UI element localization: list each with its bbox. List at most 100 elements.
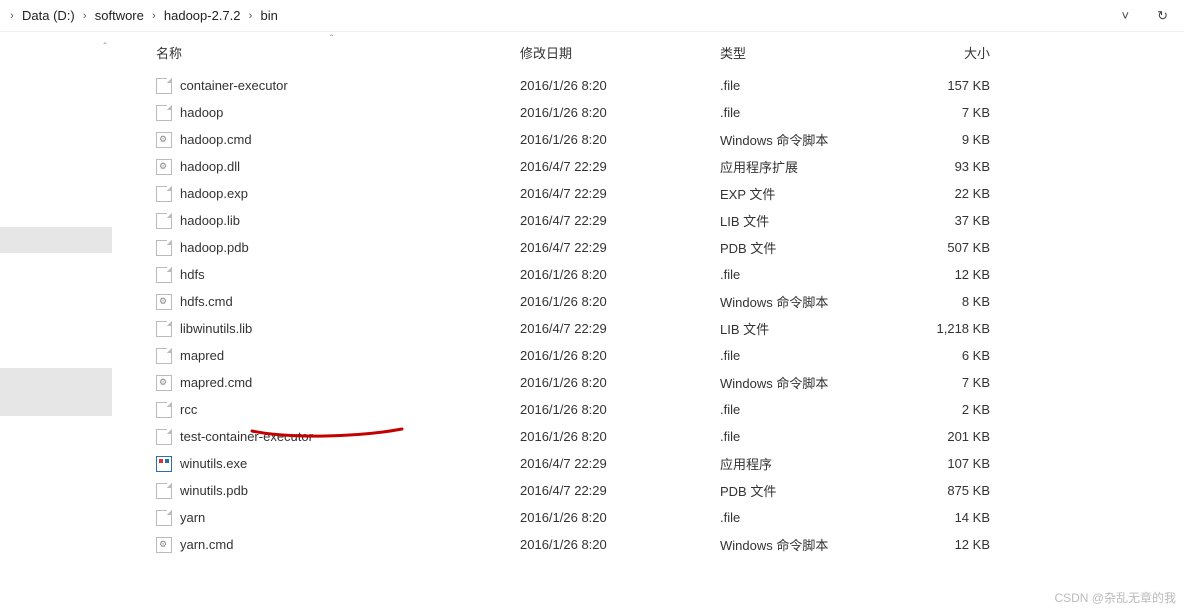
file-size: 12 KB	[900, 537, 996, 552]
file-row[interactable]: rcc2016/1/26 8:20.file2 KB	[150, 396, 1184, 423]
file-size: 9 KB	[900, 132, 996, 147]
file-name: winutils.exe	[180, 456, 247, 471]
nav-item-placeholder[interactable]	[0, 227, 112, 253]
file-row[interactable]: hadoop.dll2016/4/7 22:29应用程序扩展93 KB	[150, 153, 1184, 180]
file-size: 14 KB	[900, 510, 996, 525]
column-header-name[interactable]: 名称	[150, 43, 520, 62]
chevron-right-icon: ›	[77, 10, 93, 22]
column-header-size[interactable]: 大小	[900, 43, 996, 62]
file-size: 507 KB	[900, 240, 996, 255]
file-date: 2016/1/26 8:20	[520, 429, 720, 444]
file-name-cell: hdfs.cmd	[150, 294, 520, 310]
file-date: 2016/4/7 22:29	[520, 456, 720, 471]
chevron-right-icon: ›	[146, 10, 162, 22]
file-size: 157 KB	[900, 78, 996, 93]
file-row[interactable]: winutils.exe2016/4/7 22:29应用程序107 KB	[150, 450, 1184, 477]
file-size: 107 KB	[900, 456, 996, 471]
dropdown-icon[interactable]: ˅	[1122, 8, 1130, 23]
file-size: 6 KB	[900, 348, 996, 363]
file-name: yarn.cmd	[180, 537, 233, 552]
file-name-cell: container-executor	[150, 78, 520, 94]
file-name: winutils.pdb	[180, 483, 248, 498]
file-row[interactable]: test-container-executor 2016/1/26 8:20.fi…	[150, 423, 1184, 450]
chevron-right-icon: ›	[4, 10, 20, 22]
breadcrumb-segment[interactable]: hadoop-2.7.2	[162, 8, 243, 23]
file-icon	[156, 240, 172, 256]
file-name: container-executor	[180, 78, 288, 93]
file-type: .file	[720, 429, 900, 444]
nav-scroll-up-icon[interactable]: ˆ	[98, 42, 112, 62]
file-list: container-executor2016/1/26 8:20.file157…	[150, 72, 1184, 558]
file-date: 2016/4/7 22:29	[520, 483, 720, 498]
file-row[interactable]: hdfs.cmd2016/1/26 8:20Windows 命令脚本8 KB	[150, 288, 1184, 315]
file-row[interactable]: yarn.cmd2016/1/26 8:20Windows 命令脚本12 KB	[150, 531, 1184, 558]
cmd-icon	[156, 537, 172, 553]
refresh-icon[interactable]: ↻	[1157, 8, 1168, 24]
file-row[interactable]: container-executor2016/1/26 8:20.file157…	[150, 72, 1184, 99]
file-row[interactable]: hdfs2016/1/26 8:20.file12 KB	[150, 261, 1184, 288]
file-name-cell: hadoop.lib	[150, 213, 520, 229]
file-type: Windows 命令脚本	[720, 130, 900, 149]
file-date: 2016/1/26 8:20	[520, 402, 720, 417]
file-row[interactable]: hadoop.lib2016/4/7 22:29LIB 文件37 KB	[150, 207, 1184, 234]
file-size: 12 KB	[900, 267, 996, 282]
file-row[interactable]: yarn2016/1/26 8:20.file14 KB	[150, 504, 1184, 531]
file-name-cell: hadoop.exp	[150, 186, 520, 202]
file-size: 7 KB	[900, 105, 996, 120]
file-size: 201 KB	[900, 429, 996, 444]
sort-ascending-icon: ˆ	[330, 34, 333, 45]
file-type: .file	[720, 510, 900, 525]
file-icon	[156, 78, 172, 94]
breadcrumb-segment[interactable]: Data (D:)	[20, 8, 77, 23]
file-size: 22 KB	[900, 186, 996, 201]
column-header-type[interactable]: 类型	[720, 43, 900, 62]
file-type: PDB 文件	[720, 481, 900, 500]
file-date: 2016/4/7 22:29	[520, 240, 720, 255]
column-header-modified[interactable]: 修改日期	[520, 43, 720, 62]
file-row[interactable]: hadoop.pdb 2016/4/7 22:29PDB 文件507 KB	[150, 234, 1184, 261]
address-bar[interactable]: › Data (D:) › softwore › hadoop-2.7.2 › …	[0, 0, 1184, 32]
breadcrumb-segment[interactable]: bin	[259, 8, 280, 23]
file-row[interactable]: hadoop2016/1/26 8:20.file7 KB	[150, 99, 1184, 126]
file-name: hdfs	[180, 267, 205, 282]
file-icon	[156, 213, 172, 229]
file-size: 2 KB	[900, 402, 996, 417]
exe-icon	[156, 456, 172, 472]
file-name-cell: hadoop.dll	[150, 159, 520, 175]
cmd-icon	[156, 294, 172, 310]
file-name: hadoop.cmd	[180, 132, 252, 147]
file-type: Windows 命令脚本	[720, 373, 900, 392]
file-date: 2016/1/26 8:20	[520, 510, 720, 525]
file-type: PDB 文件	[720, 238, 900, 257]
file-name-cell: hdfs	[150, 267, 520, 283]
navigation-pane[interactable]: ˆ	[0, 32, 112, 612]
file-name-cell: hadoop.pdb	[150, 240, 520, 256]
file-icon	[156, 510, 172, 526]
file-date: 2016/4/7 22:29	[520, 213, 720, 228]
file-row[interactable]: mapred.cmd2016/1/26 8:20Windows 命令脚本7 KB	[150, 369, 1184, 396]
file-row[interactable]: mapred2016/1/26 8:20.file6 KB	[150, 342, 1184, 369]
column-header-row: 名称 ˆ 修改日期 类型 大小	[150, 32, 1184, 72]
file-row[interactable]: hadoop.cmd 2016/1/26 8:20Windows 命令脚本9 KB	[150, 126, 1184, 153]
file-type: .file	[720, 402, 900, 417]
file-type: Windows 命令脚本	[720, 292, 900, 311]
nav-item-placeholder[interactable]	[0, 368, 112, 416]
file-date: 2016/4/7 22:29	[520, 321, 720, 336]
cmd-icon	[156, 132, 172, 148]
file-date: 2016/1/26 8:20	[520, 132, 720, 147]
file-icon	[156, 321, 172, 337]
file-name-cell: yarn	[150, 510, 520, 526]
file-type: .file	[720, 105, 900, 120]
file-date: 2016/1/26 8:20	[520, 105, 720, 120]
file-size: 7 KB	[900, 375, 996, 390]
file-name: mapred	[180, 348, 224, 363]
file-row[interactable]: winutils.pdb2016/4/7 22:29PDB 文件875 KB	[150, 477, 1184, 504]
file-name-cell: mapred	[150, 348, 520, 364]
file-row[interactable]: libwinutils.lib2016/4/7 22:29LIB 文件1,218…	[150, 315, 1184, 342]
breadcrumb-segment[interactable]: softwore	[93, 8, 146, 23]
file-row[interactable]: hadoop.exp2016/4/7 22:29EXP 文件22 KB	[150, 180, 1184, 207]
file-type: .file	[720, 267, 900, 282]
file-name: test-container-executor	[180, 429, 313, 444]
file-name: hadoop.pdb	[180, 240, 249, 255]
file-date: 2016/1/26 8:20	[520, 294, 720, 309]
